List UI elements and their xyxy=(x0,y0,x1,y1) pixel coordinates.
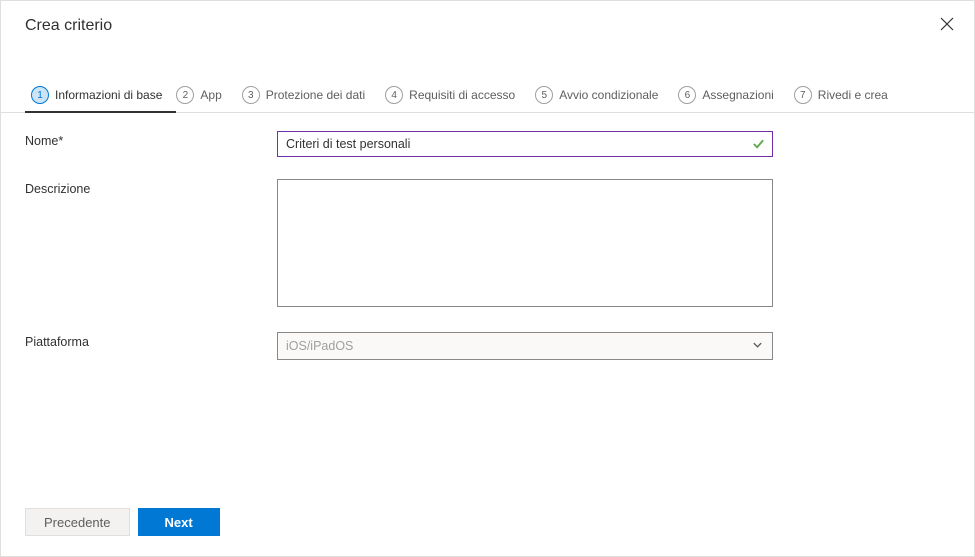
tab-app[interactable]: 2 App xyxy=(176,80,235,112)
form-row-name: Nome* xyxy=(25,131,950,157)
tab-access-requirements[interactable]: 4 Requisiti di accesso xyxy=(379,80,529,112)
tab-step-number: 7 xyxy=(794,86,812,104)
name-label: Nome* xyxy=(25,131,277,148)
tab-label: Rivedi e crea xyxy=(818,88,888,102)
next-button[interactable]: Next xyxy=(138,508,220,536)
tab-basics[interactable]: 1 Informazioni di base xyxy=(25,80,176,112)
description-input[interactable] xyxy=(277,179,773,307)
panel-title: Crea criterio xyxy=(25,17,112,35)
wizard-tabs: 1 Informazioni di base 2 App 3 Protezion… xyxy=(1,80,974,113)
previous-button[interactable]: Precedente xyxy=(25,508,130,536)
create-policy-panel: Crea criterio 1 Informazioni di base 2 A… xyxy=(0,0,975,557)
wizard-footer: Precedente Next xyxy=(1,494,974,556)
tab-step-number: 6 xyxy=(678,86,696,104)
tab-step-number: 4 xyxy=(385,86,403,104)
tab-label: Protezione dei dati xyxy=(266,88,365,102)
tab-label: Informazioni di base xyxy=(55,88,162,102)
form-row-description: Descrizione xyxy=(25,179,950,310)
close-icon xyxy=(940,17,954,34)
name-input[interactable] xyxy=(277,131,773,157)
close-button[interactable] xyxy=(936,13,958,38)
tab-data-protection[interactable]: 3 Protezione dei dati xyxy=(236,80,379,112)
tab-step-number: 2 xyxy=(176,86,194,104)
tab-label: Requisiti di accesso xyxy=(409,88,515,102)
tab-step-number: 5 xyxy=(535,86,553,104)
checkmark-icon xyxy=(752,138,765,151)
tab-label: Assegnazioni xyxy=(702,88,773,102)
tab-step-number: 3 xyxy=(242,86,260,104)
tab-step-number: 1 xyxy=(31,86,49,104)
panel-header: Crea criterio xyxy=(1,1,974,46)
form-row-platform: Piattaforma xyxy=(25,332,950,360)
platform-label: Piattaforma xyxy=(25,332,277,349)
tab-label: App xyxy=(200,88,221,102)
form-body: Nome* Descrizione Piattaforma xyxy=(1,113,974,494)
tab-assignments[interactable]: 6 Assegnazioni xyxy=(672,80,787,112)
description-label: Descrizione xyxy=(25,179,277,196)
tab-label: Avvio condizionale xyxy=(559,88,658,102)
tab-conditional-launch[interactable]: 5 Avvio condizionale xyxy=(529,80,672,112)
platform-select[interactable] xyxy=(277,332,773,360)
tab-review-create[interactable]: 7 Rivedi e crea xyxy=(788,80,902,112)
